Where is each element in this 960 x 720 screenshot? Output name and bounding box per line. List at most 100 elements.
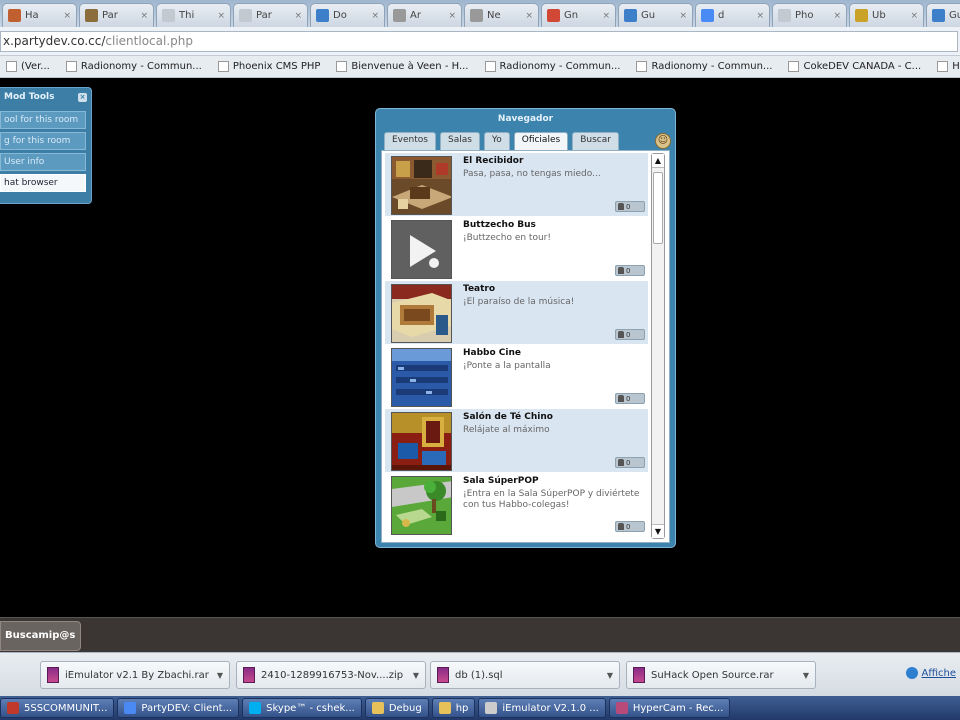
room-list-scrollbar[interactable]: ▲ ▼: [651, 153, 665, 539]
room-visitor-count[interactable]: 0: [615, 329, 645, 340]
scroll-down-arrow-icon[interactable]: ▼: [652, 524, 664, 538]
bookmark-item[interactable]: Radionomy - Commun...: [479, 61, 631, 72]
chevron-down-icon[interactable]: ▼: [413, 671, 419, 680]
browser-tab[interactable]: Gu×: [618, 3, 693, 27]
taskbar-item[interactable]: 5SSCOMMUNIT...: [0, 698, 115, 718]
taskbar-item-label: Skype™ - cshek...: [266, 702, 355, 714]
app-icon: [615, 702, 628, 714]
bookmark-item[interactable]: Bienvenue à Veen - H...: [330, 61, 478, 72]
room-description: ¡Buttzecho en tour!: [463, 233, 551, 243]
browser-tab[interactable]: Pho ×: [772, 3, 847, 27]
close-icon[interactable]: ×: [756, 11, 764, 21]
chevron-down-icon[interactable]: ▼: [217, 671, 223, 680]
room-list-item[interactable]: Salón de Té Chino Relájate al máximo 0: [385, 409, 648, 472]
bookmark-item[interactable]: Radionomy - Commun...: [60, 61, 212, 72]
buscamipos-button[interactable]: Buscamip@s: [0, 621, 81, 651]
browser-tab-label: Thi: [179, 10, 195, 21]
download-item[interactable]: db (1).sql ▼: [430, 661, 620, 689]
close-icon[interactable]: ×: [525, 11, 533, 21]
taskbar-item[interactable]: Skype™ - cshek...: [242, 698, 362, 718]
browser-tab[interactable]: Do ×: [310, 3, 385, 27]
app-icon: [438, 702, 451, 714]
download-file-name: iEmulator v2.1 By Zbachi.rar: [65, 669, 209, 681]
browser-tab[interactable]: Ub ×: [849, 3, 924, 27]
taskbar-item[interactable]: HyperCam - Rec...: [608, 698, 731, 718]
mod-tools-button[interactable]: ool for this room: [0, 111, 86, 129]
url-input[interactable]: x.partydev.co.cc/clientlocal.php: [0, 31, 958, 52]
bookmark-item[interactable]: Phoenix CMS PHP: [212, 61, 331, 72]
close-icon[interactable]: ×: [602, 11, 610, 21]
navigator-tab[interactable]: Buscar: [572, 132, 619, 150]
bookmarks-bar: (Ver... Radionomy - Commun... Phoenix CMS …: [0, 56, 960, 78]
room-visitor-count[interactable]: 0: [615, 393, 645, 404]
browser-tab[interactable]: Par ×: [79, 3, 154, 27]
mod-tools-button[interactable]: g for this room: [0, 132, 86, 150]
room-visitor-count[interactable]: 0: [615, 457, 645, 468]
browser-tab-label: Pho: [795, 10, 814, 21]
windows-taskbar: 5SSCOMMUNIT... PartyDEV: Client... Skype™ …: [0, 696, 960, 720]
mod-tools-button[interactable]: hat browser: [0, 174, 86, 192]
room-list-item[interactable]: Teatro ¡El paraíso de la música! 0: [385, 281, 648, 344]
chevron-down-icon[interactable]: ▼: [607, 671, 613, 680]
taskbar-item[interactable]: Debug: [364, 698, 429, 718]
scroll-thumb[interactable]: [653, 172, 663, 244]
close-icon[interactable]: ×: [448, 11, 456, 21]
navigator-tab[interactable]: Yo: [483, 132, 510, 150]
habbo-icon[interactable]: ☺: [655, 133, 671, 149]
browser-tab[interactable]: Gn ×: [541, 3, 616, 27]
close-icon[interactable]: ×: [217, 11, 225, 21]
close-icon[interactable]: ×: [78, 93, 87, 102]
archive-file-icon: [633, 667, 645, 683]
browser-tab[interactable]: Par ×: [233, 3, 308, 27]
browser-tab[interactable]: Ne ×: [464, 3, 539, 27]
download-file-name: 2410-1289916753-Nov....zip: [261, 669, 404, 681]
bookmark-item[interactable]: Radionomy - Commun...: [630, 61, 782, 72]
taskbar-item[interactable]: iEmulator V2.1.0 ...: [478, 698, 606, 718]
room-list-item[interactable]: El Recibidor Pasa, pasa, no tengas miedo.…: [385, 153, 648, 216]
chevron-down-icon[interactable]: ▼: [803, 671, 809, 680]
clock-icon: [470, 9, 483, 22]
room-visitor-count[interactable]: 0: [615, 521, 645, 532]
close-icon[interactable]: ×: [63, 11, 71, 21]
browser-tab[interactable]: d ×: [695, 3, 770, 27]
close-icon[interactable]: ×: [294, 11, 302, 21]
close-icon[interactable]: ×: [371, 11, 379, 21]
close-icon[interactable]: ×: [679, 11, 687, 21]
web-page-icon: [239, 9, 252, 22]
room-description: ¡El paraíso de la música!: [463, 297, 575, 307]
navigator-tab[interactable]: Eventos: [384, 132, 436, 150]
browser-tab[interactable]: Ar ×: [387, 3, 462, 27]
bookmark-item[interactable]: (Ver...: [0, 61, 60, 72]
taskbar-item[interactable]: hp: [431, 698, 476, 718]
close-icon[interactable]: ×: [833, 11, 841, 21]
download-item[interactable]: iEmulator v2.1 By Zbachi.rar ▼: [40, 661, 230, 689]
bookmark-item[interactable]: HabbShoot >> Té: [931, 61, 960, 72]
room-thumbnail: [391, 220, 452, 279]
browser-tab[interactable]: Ha ×: [2, 3, 77, 27]
close-icon[interactable]: ×: [910, 11, 918, 21]
browser-tab-label: Ne: [487, 10, 501, 21]
url-host: x.partydev.co.cc/: [3, 34, 106, 48]
close-icon[interactable]: ×: [140, 11, 148, 21]
room-name: El Recibidor: [463, 156, 524, 166]
download-item[interactable]: SuHack Open Source.rar ▼: [626, 661, 816, 689]
navigator-tab[interactable]: Salas: [439, 132, 480, 150]
navigator-tab[interactable]: Oficiales: [513, 132, 569, 151]
room-list-item[interactable]: Sala SúperPOP ¡Entra en la Sala SúperPOP …: [385, 473, 648, 536]
browser-tab[interactable]: Thi ×: [156, 3, 231, 27]
room-list-item[interactable]: Buttzecho Bus ¡Buttzecho en tour! 0: [385, 217, 648, 280]
globe-icon: [624, 9, 637, 22]
room-visitor-count[interactable]: 0: [615, 201, 645, 212]
download-item[interactable]: 2410-1289916753-Nov....zip ▼: [236, 661, 426, 689]
bookmark-item[interactable]: CokeDEV CANADA - C...: [782, 61, 931, 72]
address-bar: x.partydev.co.cc/clientlocal.php: [0, 27, 960, 56]
trophy-icon: [855, 9, 868, 22]
room-list-item[interactable]: Habbo Cine ¡Ponte a la pantalla 0: [385, 345, 648, 408]
taskbar-item[interactable]: PartyDEV: Client...: [117, 698, 240, 718]
room-visitor-count[interactable]: 0: [615, 265, 645, 276]
scroll-up-arrow-icon[interactable]: ▲: [652, 154, 664, 168]
mod-tools-button[interactable]: User info: [0, 153, 86, 171]
bookmark-page-icon: [65, 61, 77, 72]
browser-tab[interactable]: Gu×: [926, 3, 960, 27]
show-all-downloads-link[interactable]: Affiche: [905, 667, 960, 679]
